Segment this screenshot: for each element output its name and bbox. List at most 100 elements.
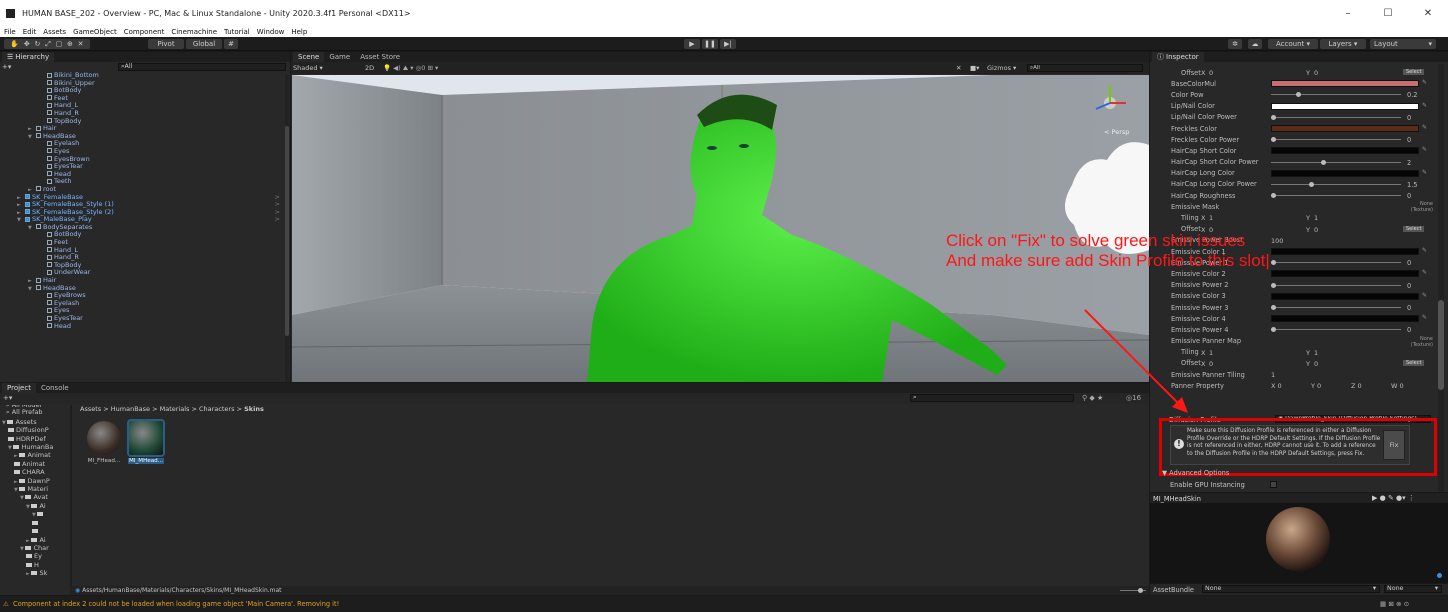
tools-icon[interactable]: ✕ — [956, 64, 961, 72]
hierarchy-item[interactable]: Hand_R — [0, 253, 290, 262]
play-button[interactable]: ▶ — [684, 39, 700, 49]
slider-value[interactable]: 0 — [1407, 259, 1411, 267]
assetbundle-name-dropdown[interactable]: None ▾ — [1202, 585, 1380, 593]
global-toggle[interactable]: Global — [186, 39, 222, 49]
y-value[interactable]: 0 — [1314, 360, 1318, 368]
slider-track[interactable] — [1271, 329, 1401, 331]
slider-value[interactable]: 0 — [1407, 136, 1411, 144]
layout-dropdown[interactable]: Layout ▾ — [1370, 39, 1436, 49]
hierarchy-item[interactable]: Bikini_Upper — [0, 79, 290, 88]
slider-track[interactable] — [1271, 195, 1401, 197]
camera-dropdown[interactable]: ■▾ — [970, 64, 979, 72]
hierarchy-item[interactable]: EyesTear — [0, 314, 290, 323]
prefab-open-icon[interactable]: > — [275, 216, 280, 224]
scale-tool-icon[interactable]: ⤢ — [45, 40, 51, 49]
value-field[interactable]: 1 — [1271, 371, 1275, 379]
layers-dropdown[interactable]: Layers ▾ — [1320, 39, 1366, 49]
hierarchy-item[interactable]: Eyes — [0, 307, 290, 315]
create-button[interactable]: +▾ — [2, 63, 11, 71]
slider-handle[interactable] — [1296, 92, 1302, 98]
slider-track[interactable] — [1271, 183, 1401, 185]
w-value[interactable]: W 0 — [1391, 382, 1404, 390]
hierarchy-item[interactable]: Hand_R — [0, 109, 290, 118]
project-folder-item[interactable]: Animat — [0, 461, 68, 469]
project-folder-item[interactable]: H — [0, 562, 68, 570]
breadcrumb-item[interactable]: Materials — [160, 405, 190, 413]
slider-handle[interactable] — [1271, 327, 1276, 333]
tab-game[interactable]: Game — [324, 52, 355, 62]
breadcrumb-item[interactable]: Assets — [80, 405, 101, 413]
project-folder-item[interactable]: ► Animat — [0, 452, 68, 460]
scene-viewport[interactable]: < Persp — [292, 75, 1149, 382]
y-value[interactable]: 0 — [1314, 226, 1318, 234]
x-value[interactable]: 0 — [1209, 360, 1213, 368]
color-swatch[interactable] — [1271, 292, 1419, 300]
slider-value[interactable]: 0 — [1407, 304, 1411, 312]
slider-value[interactable]: 0 — [1407, 326, 1411, 334]
color-swatch[interactable] — [1271, 270, 1419, 278]
project-folder-item[interactable] — [0, 520, 68, 528]
hierarchy-item[interactable]: Head — [0, 170, 290, 179]
tab-inspector[interactable]: ⓘ Inspector — [1152, 52, 1204, 62]
hierarchy-item[interactable]: Head — [0, 322, 290, 331]
gizmos-dropdown[interactable]: Gizmos ▾ — [987, 64, 1016, 72]
slider-handle[interactable] — [1271, 193, 1276, 199]
eyedropper-icon[interactable]: ✎ — [1422, 80, 1428, 86]
x-value[interactable]: 0 — [1209, 69, 1213, 77]
x-value[interactable]: 1 — [1209, 349, 1213, 357]
asset-item[interactable]: MI_FHead... — [86, 421, 122, 464]
eyedropper-icon[interactable]: ✎ — [1422, 124, 1428, 131]
slider-value[interactable]: 0 — [1407, 192, 1411, 200]
texture-slot[interactable]: None (Texture) — [1399, 201, 1433, 213]
asset-item[interactable]: MI_MHead... — [127, 419, 165, 464]
color-swatch[interactable] — [1271, 124, 1419, 132]
color-swatch[interactable] — [1271, 80, 1419, 88]
hierarchy-item[interactable]: EyesBrown — [0, 155, 290, 164]
project-folder-item[interactable]: Ey — [0, 553, 68, 561]
x-value[interactable]: 1 — [1209, 214, 1213, 222]
eyedropper-icon[interactable]: ✎ — [1422, 169, 1428, 176]
slider-track[interactable] — [1271, 284, 1401, 286]
transform-tools[interactable]: ✋ ✥ ↻ ⤢ ▢ ⊕ ✕ — [4, 39, 90, 49]
color-swatch[interactable] — [1271, 315, 1419, 323]
slider-value[interactable]: 1.5 — [1407, 181, 1418, 189]
eyedropper-icon[interactable]: ✎ — [1422, 270, 1428, 276]
z-value[interactable]: Z 0 — [1351, 382, 1362, 390]
perspective-label[interactable]: < Persp — [1104, 128, 1129, 136]
y-value[interactable]: 1 — [1314, 214, 1318, 222]
slider-track[interactable] — [1271, 139, 1401, 141]
project-hidden-count[interactable]: ◎16 — [1126, 394, 1141, 402]
collab-icon[interactable]: ✲ — [1228, 39, 1242, 49]
texture-slot[interactable]: None (Texture) — [1399, 336, 1433, 348]
scene-view-toggles[interactable]: 💡 ◀) ⛰ ▾ ◎0 ⊞ ▾ — [383, 64, 438, 73]
breadcrumb-item[interactable]: Skins — [244, 405, 264, 413]
scene-search-input[interactable]: ⌕All — [1027, 64, 1143, 72]
rotate-tool-icon[interactable]: ↻ — [35, 40, 41, 48]
hierarchy-item[interactable]: ▼ HeadBase — [0, 284, 290, 293]
tab-hierarchy[interactable]: ☰ Hierarchy — [2, 52, 55, 62]
color-swatch[interactable] — [1271, 102, 1419, 110]
maximize-button[interactable]: ☐ — [1368, 0, 1408, 27]
hierarchy-item[interactable]: Bikini_Bottom — [0, 72, 290, 80]
y-value[interactable]: 0 — [1314, 69, 1318, 77]
color-swatch[interactable] — [1271, 147, 1419, 155]
menu-help[interactable]: Help — [291, 28, 307, 36]
breadcrumb-item[interactable]: HumanBase — [111, 405, 150, 413]
icon-size-slider[interactable] — [1120, 588, 1146, 593]
select-button[interactable]: Select — [1403, 359, 1425, 366]
eyedropper-icon[interactable]: ✎ — [1422, 102, 1428, 109]
slider-value[interactable]: 0 — [1407, 114, 1411, 122]
tab-asset-store[interactable]: Asset Store — [355, 52, 405, 62]
slider-handle[interactable] — [1321, 159, 1327, 165]
assetbundle-variant-dropdown[interactable]: None ▾ — [1384, 585, 1442, 593]
hierarchy-item[interactable]: Hand_L — [0, 102, 290, 110]
hierarchy-item[interactable]: EyesTear — [0, 162, 290, 171]
hierarchy-item[interactable]: Eyes — [0, 147, 290, 156]
eyedropper-icon[interactable]: ✎ — [1422, 292, 1428, 299]
x-value[interactable]: X 0 — [1271, 382, 1282, 390]
menu-tutorial[interactable]: Tutorial — [224, 28, 250, 36]
hierarchy-item[interactable]: Feet — [0, 238, 290, 247]
slider-track[interactable] — [1271, 306, 1401, 308]
hierarchy-scrollbar[interactable] — [285, 74, 289, 382]
advanced-options-foldout[interactable]: ▼ Advanced Options — [1162, 469, 1229, 477]
